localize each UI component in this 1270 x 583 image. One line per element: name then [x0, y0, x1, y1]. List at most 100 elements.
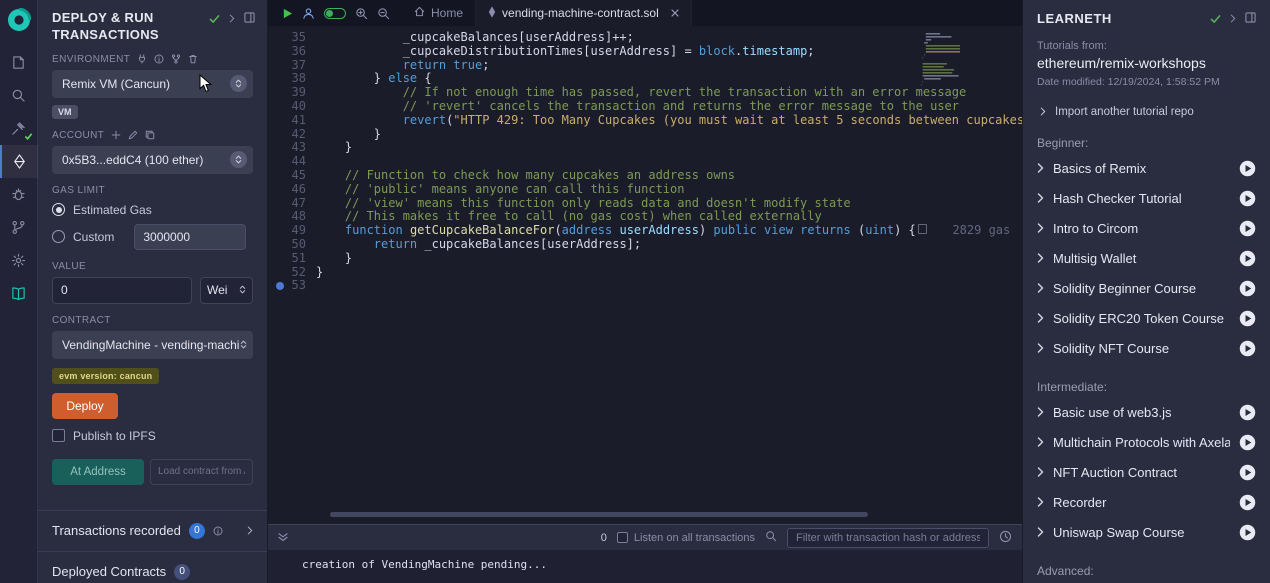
zoom-in-icon[interactable]	[355, 7, 368, 20]
settings-icon[interactable]	[0, 244, 38, 277]
account-options-icon[interactable]	[230, 151, 247, 168]
line-number[interactable]: 36	[268, 45, 306, 59]
play-circle-icon[interactable]	[1239, 464, 1256, 481]
add-account-icon[interactable]	[111, 130, 121, 140]
environment-explorer-plug-icon[interactable]	[137, 54, 147, 64]
play-circle-icon[interactable]	[1239, 310, 1256, 327]
pending-transactions-clock-icon[interactable]	[999, 530, 1012, 546]
chevron-right-icon[interactable]	[1230, 12, 1236, 26]
line-number[interactable]: 47	[268, 197, 306, 211]
line-number[interactable]: 51	[268, 252, 306, 266]
play-circle-icon[interactable]	[1239, 404, 1256, 421]
tutorial-item[interactable]: Solidity Beginner Course	[1037, 273, 1256, 303]
terminal-search-icon[interactable]	[765, 530, 777, 545]
tutorial-item[interactable]: Multichain Protocols with Axelar	[1037, 427, 1256, 457]
fork-state-icon[interactable]	[171, 54, 181, 64]
play-circle-icon[interactable]	[1239, 434, 1256, 451]
close-tab-icon[interactable]	[671, 9, 679, 17]
file-explorer-icon[interactable]	[0, 46, 38, 79]
estimated-gas-radio[interactable]	[52, 203, 65, 216]
tutorial-item[interactable]: Hash Checker Tutorial	[1037, 183, 1256, 213]
tutorial-item[interactable]: NFT Auction Contract	[1037, 457, 1256, 487]
tutorial-item[interactable]: Solidity ERC20 Token Course	[1037, 303, 1256, 333]
minimap[interactable]	[920, 30, 960, 253]
search-icon[interactable]	[0, 79, 38, 112]
line-number[interactable]: 37	[268, 59, 306, 73]
line-number[interactable]: 45	[268, 169, 306, 183]
estimated-gas-option[interactable]: Estimated Gas	[52, 203, 253, 217]
environment-select[interactable]: Remix VM (Cancun)	[52, 70, 253, 98]
play-circle-icon[interactable]	[1239, 250, 1256, 267]
code-editor[interactable]: 35 _cupcakeBalances[userAddress]++;36 _c…	[268, 26, 1022, 524]
play-circle-icon[interactable]	[1239, 280, 1256, 297]
tab-vending-machine-contract[interactable]: vending-machine-contract.sol	[476, 0, 692, 26]
delete-state-trash-icon[interactable]	[188, 54, 198, 64]
git-icon[interactable]	[0, 211, 38, 244]
play-circle-icon[interactable]	[1239, 220, 1256, 237]
deployed-contracts-row[interactable]: Deployed Contracts 0	[38, 551, 267, 583]
play-circle-icon[interactable]	[1239, 190, 1256, 207]
expand-transactions-icon[interactable]	[247, 524, 253, 538]
publish-ipfs-checkbox[interactable]	[52, 429, 65, 442]
run-script-icon[interactable]	[282, 8, 293, 19]
environment-options-icon[interactable]	[230, 75, 247, 92]
line-number[interactable]: 41	[268, 114, 306, 128]
horizontal-scrollbar[interactable]	[330, 512, 868, 517]
line-number[interactable]: 48	[268, 210, 306, 224]
tutorial-item[interactable]: Multisig Wallet	[1037, 243, 1256, 273]
learneth-plugin-icon[interactable]	[0, 277, 38, 310]
value-input[interactable]	[52, 277, 192, 304]
account-select[interactable]: 0x5B3...eddC4 (100 ether)	[52, 146, 253, 174]
play-circle-icon[interactable]	[1239, 494, 1256, 511]
info-icon[interactable]	[213, 526, 223, 536]
line-number[interactable]: 38	[268, 72, 306, 86]
play-circle-icon[interactable]	[1239, 160, 1256, 177]
deploy-run-icon[interactable]	[0, 145, 38, 178]
remix-logo[interactable]	[7, 8, 31, 32]
at-address-button[interactable]: At Address	[52, 459, 144, 485]
chevron-right-icon[interactable]	[229, 12, 235, 26]
deploy-button[interactable]: Deploy	[52, 393, 118, 419]
line-number[interactable]: 42	[268, 128, 306, 142]
tutorial-item[interactable]: Recorder	[1037, 487, 1256, 517]
transaction-filter-input[interactable]	[787, 528, 989, 548]
line-number[interactable]: 39	[268, 86, 306, 100]
tutorial-item[interactable]: Basic use of web3.js	[1037, 397, 1256, 427]
zoom-out-icon[interactable]	[377, 7, 390, 20]
copilot-toggle[interactable]	[324, 8, 346, 19]
tutorial-item[interactable]: Uniswap Swap Course	[1037, 517, 1256, 547]
value-unit-select[interactable]: Wei	[200, 277, 253, 304]
line-number[interactable]: 44	[268, 155, 306, 169]
publish-ipfs-option[interactable]: Publish to IPFS	[52, 429, 253, 443]
debugger-icon[interactable]	[0, 178, 38, 211]
line-number[interactable]: 52	[268, 266, 306, 280]
tab-home[interactable]: Home	[402, 0, 476, 26]
pin-panel-icon[interactable]	[244, 12, 255, 26]
info-icon[interactable]	[154, 54, 164, 64]
copilot-icon[interactable]	[302, 7, 315, 20]
custom-gas-option[interactable]: Custom	[52, 224, 253, 250]
tutorial-item[interactable]: Solidity NFT Course	[1037, 333, 1256, 363]
tutorial-item[interactable]: Intro to Circom	[1037, 213, 1256, 243]
play-circle-icon[interactable]	[1239, 524, 1256, 541]
toggle-terminal-icon[interactable]	[278, 531, 288, 545]
line-number[interactable]: 35	[268, 31, 306, 45]
custom-gas-radio[interactable]	[52, 230, 65, 243]
line-number[interactable]: 50	[268, 238, 306, 252]
import-tutorial-repo[interactable]: Import another tutorial repo	[1037, 105, 1256, 119]
code-area[interactable]: 35 _cupcakeBalances[userAddress]++;36 _c…	[268, 31, 1022, 293]
tutorial-item[interactable]: Basics of Remix	[1037, 153, 1256, 183]
solidity-compiler-icon[interactable]	[0, 112, 38, 145]
load-contract-address-input[interactable]	[150, 459, 253, 485]
contract-select[interactable]: VendingMachine - vending-machin	[52, 331, 253, 359]
line-number[interactable]: 49	[268, 224, 306, 238]
transactions-recorded-row[interactable]: Transactions recorded 0	[38, 510, 267, 551]
listen-checkbox[interactable]	[617, 532, 628, 543]
line-number[interactable]: 40	[268, 100, 306, 114]
copy-account-icon[interactable]	[145, 130, 155, 140]
custom-gas-input[interactable]	[134, 224, 246, 250]
pin-panel-icon[interactable]	[1245, 12, 1256, 26]
sign-message-pencil-icon[interactable]	[128, 130, 138, 140]
line-number[interactable]: 43	[268, 141, 306, 155]
play-circle-icon[interactable]	[1239, 340, 1256, 357]
